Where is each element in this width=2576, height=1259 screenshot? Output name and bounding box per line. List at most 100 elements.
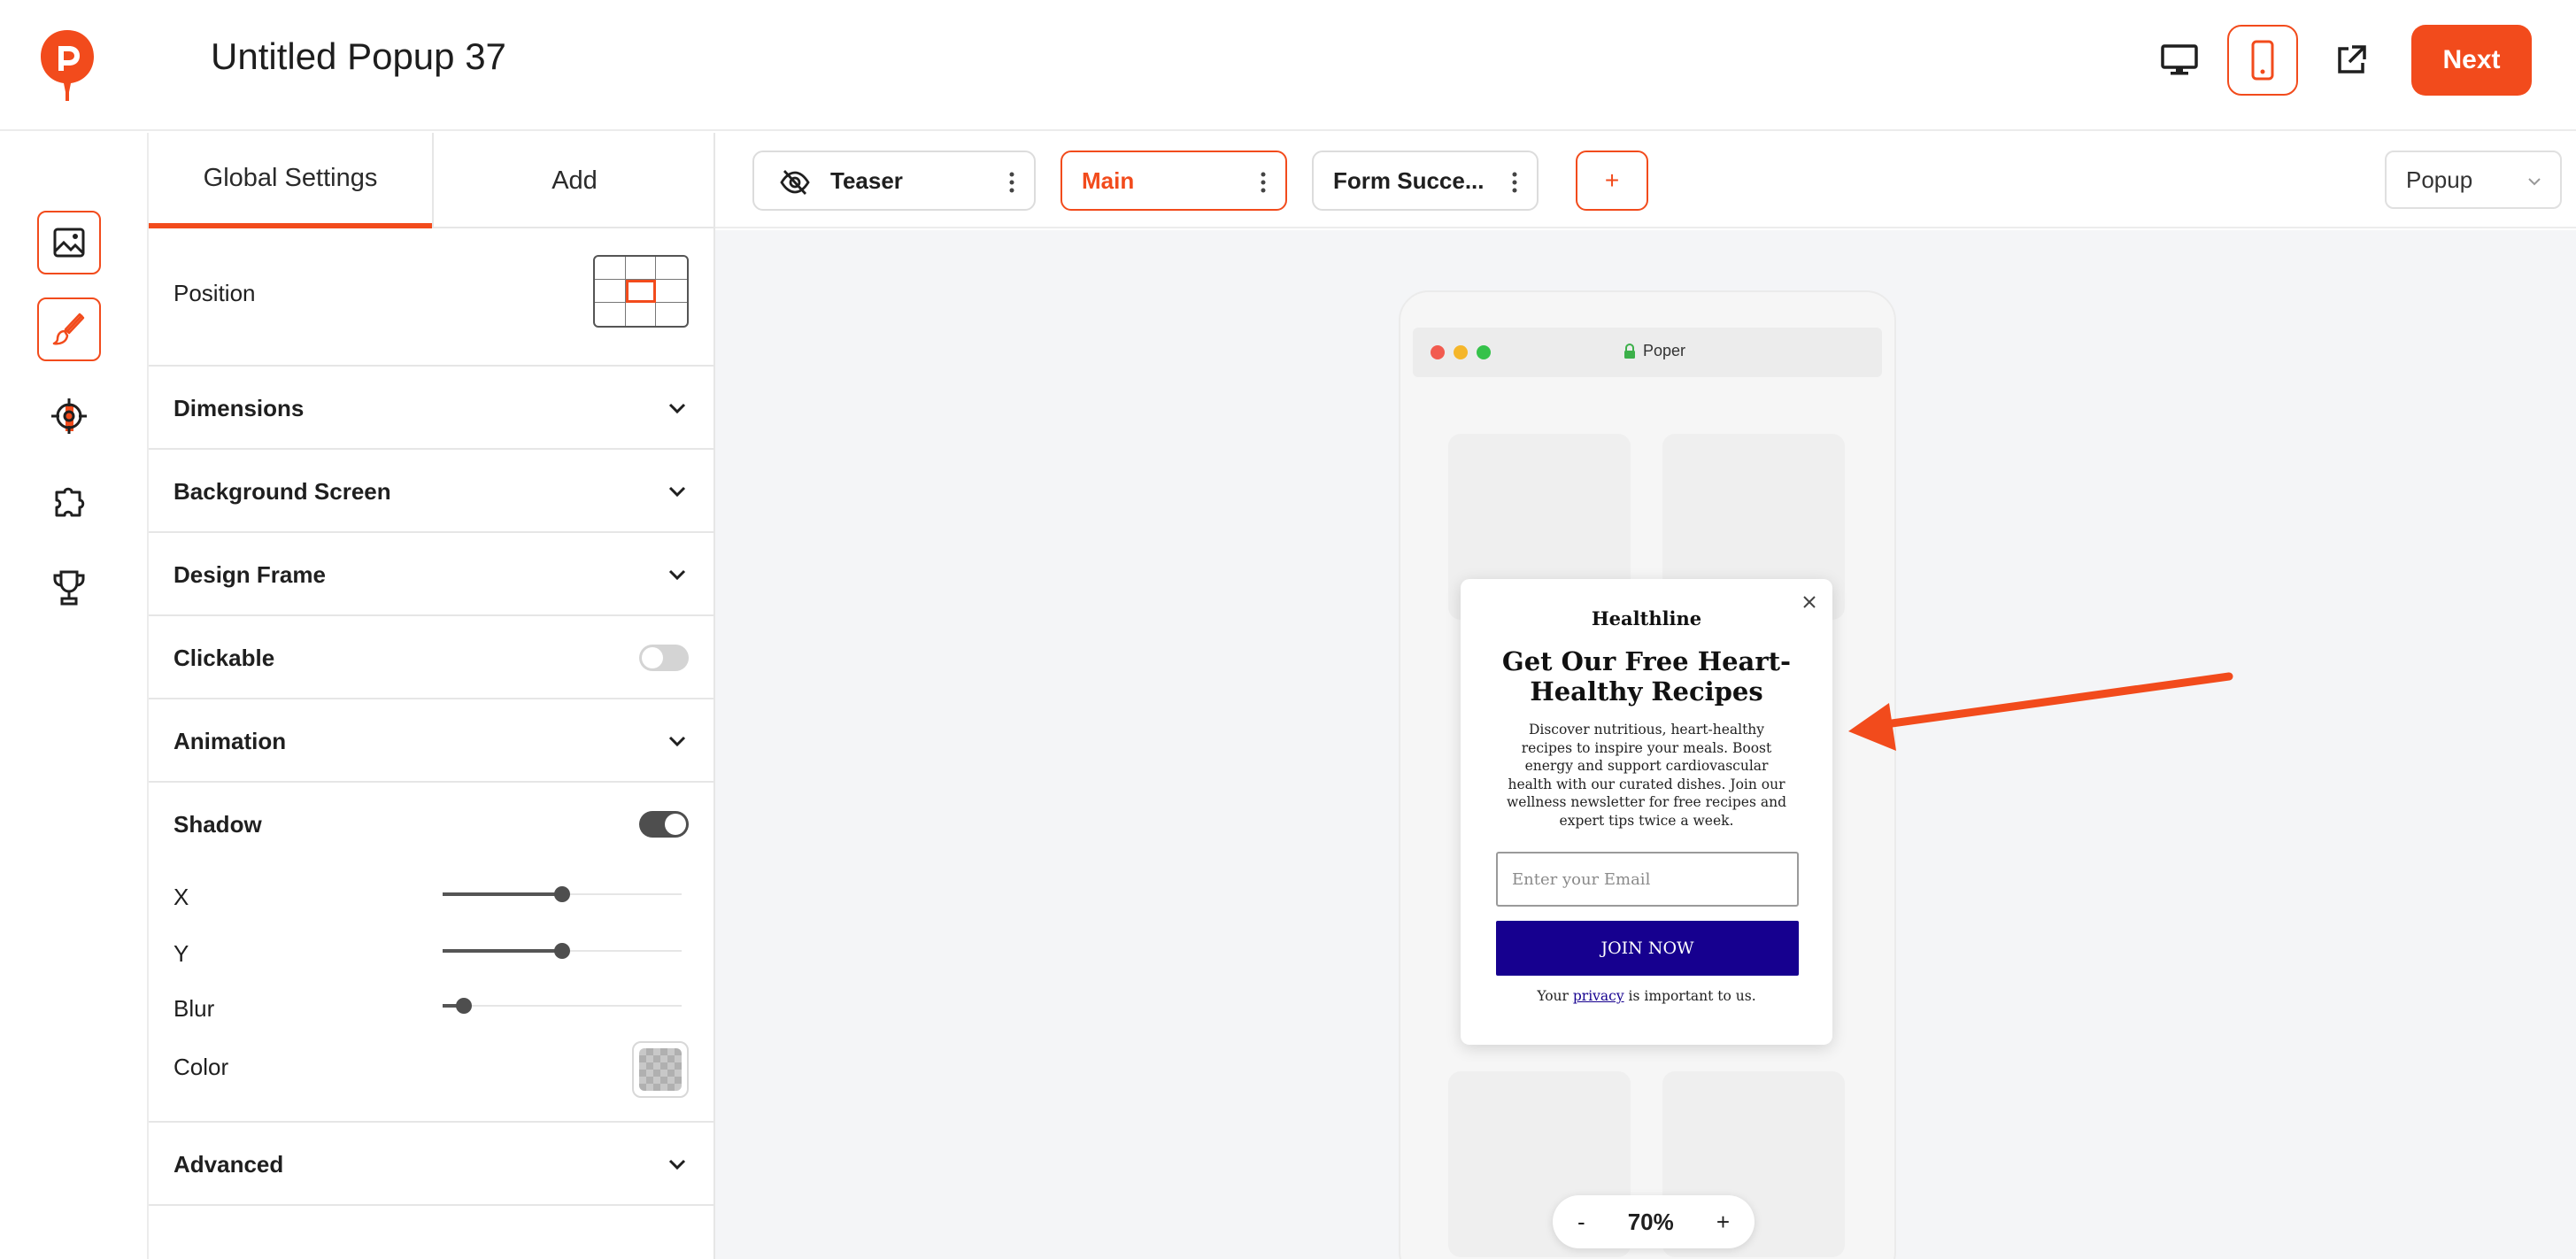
step-tab-label: Main (1082, 166, 1135, 194)
position-bottom-right[interactable] (656, 303, 687, 326)
desktop-preview-icon (2161, 44, 2198, 75)
browser-bar: Poper (1413, 328, 1882, 377)
shadow-section: Shadow X Y Blur Color (149, 783, 715, 1123)
zoom-control: - 70% + (1553, 1195, 1755, 1248)
zoom-in-button[interactable]: + (1716, 1209, 1730, 1236)
clickable-toggle[interactable] (639, 645, 689, 671)
rail-design-button[interactable] (37, 297, 101, 361)
position-label: Position (174, 280, 256, 306)
shadow-label: Shadow (174, 811, 262, 838)
top-bar: Untitled Popup 37 Next (0, 0, 2576, 131)
desktop-preview-button[interactable] (2144, 25, 2215, 96)
position-top-left[interactable] (595, 257, 626, 280)
design-frame-row[interactable]: Design Frame (149, 533, 715, 616)
brush-icon (52, 313, 85, 345)
position-top-center[interactable] (625, 257, 657, 280)
privacy-note: Your privacy is important to us. (1461, 988, 1832, 1004)
privacy-suffix: is important to us. (1628, 988, 1756, 1004)
background-screen-row[interactable]: Background Screen (149, 450, 715, 533)
step-tab-teaser[interactable]: Teaser (752, 151, 1036, 211)
shadow-x-label: X (174, 884, 189, 910)
animation-row[interactable]: Animation (149, 699, 715, 783)
preview-canvas: Poper Healthline Get Our Free Heart-Heal… (715, 230, 2576, 1259)
position-top-right[interactable] (656, 257, 687, 280)
zoom-out-button[interactable]: - (1577, 1209, 1585, 1236)
step-tab-label: Teaser (830, 166, 903, 194)
clickable-label: Clickable (174, 645, 275, 671)
close-dot-icon (1431, 345, 1445, 359)
left-rail (0, 133, 149, 1259)
zoom-level: 70% (1627, 1208, 1674, 1235)
clickable-row: Clickable (149, 616, 715, 699)
more-options-icon[interactable] (1009, 172, 1014, 193)
slider-thumb[interactable] (554, 943, 570, 959)
step-tab-main[interactable]: Main (1060, 151, 1287, 211)
page-title[interactable]: Untitled Popup 37 (211, 35, 506, 78)
advanced-row[interactable]: Advanced (149, 1123, 715, 1206)
advanced-label: Advanced (174, 1151, 284, 1178)
position-middle-right[interactable] (656, 280, 687, 303)
popup-type-value: Popup (2406, 166, 2473, 193)
rail-goals-button[interactable] (37, 556, 101, 620)
shadow-x-slider[interactable] (443, 884, 682, 905)
position-center[interactable] (625, 280, 657, 303)
open-external-icon (2338, 45, 2366, 73)
settings-panel: Global Settings Add Position Dimensions … (149, 133, 715, 1259)
shadow-y-slider[interactable] (443, 940, 682, 962)
more-options-icon[interactable] (1261, 172, 1266, 193)
browser-title: Poper (1623, 342, 1685, 360)
more-options-icon[interactable] (1512, 172, 1517, 193)
popup-preview[interactable]: Healthline Get Our Free Heart-Healthy Re… (1461, 579, 1832, 1045)
position-picker[interactable] (593, 255, 689, 328)
chevron-down-icon (668, 1159, 686, 1170)
puzzle-icon (55, 487, 85, 517)
shadow-y-label: Y (174, 940, 189, 967)
rail-integrations-button[interactable] (37, 471, 101, 535)
popup-brand: Healthline (1591, 607, 1702, 630)
popup-type-select[interactable]: Popup (2385, 151, 2562, 209)
email-field[interactable] (1496, 852, 1799, 907)
shadow-blur-label: Blur (174, 995, 215, 1022)
image-icon (53, 228, 85, 258)
open-preview-button[interactable] (2316, 25, 2387, 96)
shadow-toggle[interactable] (639, 811, 689, 838)
chevron-down-icon (668, 486, 686, 498)
mobile-preview-button[interactable] (2227, 25, 2298, 96)
popup-heading: Get Our Free Heart-Healthy Recipes (1501, 646, 1792, 707)
next-button[interactable]: Next (2411, 25, 2532, 96)
add-step-button[interactable]: + (1576, 151, 1648, 211)
slider-thumb[interactable] (456, 998, 472, 1014)
step-tab-form-success[interactable]: Form Succe... (1312, 151, 1539, 211)
poper-logo-icon[interactable] (39, 28, 96, 103)
slider-thumb[interactable] (554, 886, 570, 902)
position-bottom-center[interactable] (626, 303, 657, 326)
shadow-color-label: Color (174, 1054, 229, 1080)
mobile-preview-icon (2251, 40, 2274, 81)
position-middle-left[interactable] (595, 280, 626, 303)
popup-description: Discover nutritious, heart-healthy recip… (1507, 722, 1786, 829)
step-tab-label: Form Succe... (1333, 166, 1485, 194)
trophy-icon (53, 570, 85, 606)
eye-off-icon (780, 170, 810, 195)
chevron-down-icon (668, 736, 686, 747)
shadow-color-swatch[interactable] (632, 1041, 689, 1098)
tab-global-settings[interactable]: Global Settings (149, 133, 432, 228)
lock-icon (1624, 343, 1635, 359)
chevron-down-icon (668, 569, 686, 581)
browser-title-text: Poper (1643, 342, 1686, 359)
chevron-down-icon (2528, 178, 2541, 186)
rail-targeting-button[interactable] (37, 384, 101, 448)
privacy-prefix: Your (1537, 988, 1569, 1004)
shadow-blur-slider[interactable] (443, 995, 682, 1016)
tab-add[interactable]: Add (432, 133, 715, 228)
design-frame-label: Design Frame (174, 561, 326, 588)
dimensions-row[interactable]: Dimensions (149, 367, 715, 450)
maximize-dot-icon (1477, 345, 1491, 359)
dimensions-label: Dimensions (174, 395, 305, 421)
minimize-dot-icon (1454, 345, 1468, 359)
privacy-link[interactable]: privacy (1573, 988, 1624, 1004)
step-tabs-bar: Teaser Main Form Succe... + Popup (715, 133, 2576, 228)
join-now-button[interactable]: JOIN NOW (1496, 921, 1799, 976)
rail-content-button[interactable] (37, 211, 101, 274)
position-bottom-left[interactable] (595, 303, 626, 326)
